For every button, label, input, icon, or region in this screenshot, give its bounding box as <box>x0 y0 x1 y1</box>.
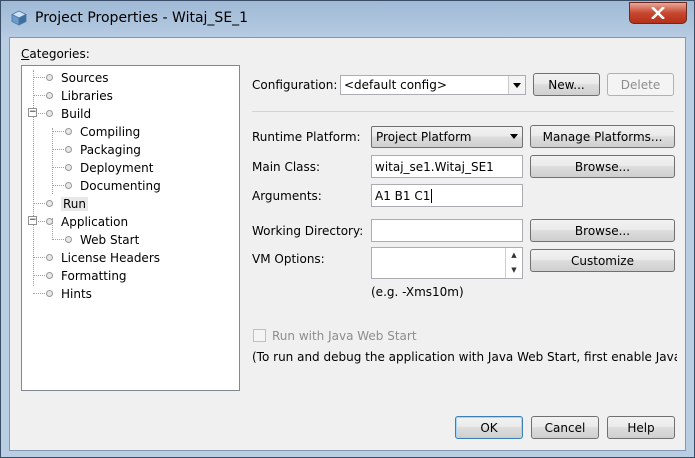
tree-item-packaging[interactable]: Packaging <box>65 141 141 158</box>
tree-connector <box>52 131 66 132</box>
browse-main-class-button[interactable]: Browse... <box>530 155 675 178</box>
working-directory-field[interactable] <box>371 219 523 242</box>
tree-item-web-start[interactable]: Web Start <box>65 231 139 248</box>
vm-options-label: VM Options: <box>252 252 325 266</box>
tree-item-label: Documenting <box>80 178 161 193</box>
title-bar[interactable]: Project Properties - Witaj_SE_1 <box>1 1 694 37</box>
window-title: Project Properties - Witaj_SE_1 <box>35 10 249 26</box>
cancel-button[interactable]: Cancel <box>531 416 599 439</box>
main-class-label: Main Class: <box>252 160 321 174</box>
vm-options-field[interactable]: ▲ ▼ <box>371 247 523 279</box>
build-collapse-toggle[interactable]: − <box>28 108 37 117</box>
tree-item-libraries[interactable]: Libraries <box>46 87 113 104</box>
web-start-checkbox[interactable] <box>253 329 266 342</box>
tree-connector <box>52 167 66 168</box>
tree-item-build[interactable]: Build <box>46 105 91 122</box>
tree-item-label: Build <box>61 106 92 121</box>
node-bullet-icon <box>46 92 53 99</box>
tree-item-label: License Headers <box>61 250 160 265</box>
tree-connector <box>33 293 47 294</box>
tree-item-label: Sources <box>61 70 109 85</box>
tree-item-documenting[interactable]: Documenting <box>65 177 161 194</box>
vm-options-hint: (e.g. -Xms10m) <box>371 285 464 299</box>
node-bullet-icon <box>46 272 53 279</box>
web-start-note: (To run and debug the application with J… <box>252 350 677 364</box>
tree-item-label: Application <box>61 214 129 229</box>
tree-connector <box>33 95 47 96</box>
text-caret <box>431 188 433 203</box>
new-config-button[interactable]: New... <box>533 73 600 96</box>
close-button[interactable] <box>629 2 687 24</box>
tree-item-label: Libraries <box>61 88 113 103</box>
node-bullet-icon <box>46 290 53 297</box>
node-bullet-icon <box>46 74 53 81</box>
categories-label: Categories: <box>21 47 90 61</box>
separator <box>252 111 674 112</box>
tree-item-hints[interactable]: Hints <box>46 285 92 302</box>
tree-connector <box>33 257 47 258</box>
arguments-value: A1 B1 C1 <box>375 188 431 203</box>
node-bullet-icon <box>46 218 53 225</box>
main-class-field[interactable]: witaj_se1.Witaj_SE1 <box>371 155 523 178</box>
help-button[interactable]: Help <box>607 416 675 439</box>
categories-label-text: ategories: <box>29 47 90 61</box>
tree-connector <box>52 239 66 240</box>
runtime-platform-label: Runtime Platform: <box>252 130 361 144</box>
configuration-select[interactable]: <default config> <box>340 75 526 95</box>
tree-item-formatting[interactable]: Formatting <box>46 267 127 284</box>
scroll-down-icon[interactable]: ▼ <box>506 263 522 278</box>
chevron-down-icon <box>513 83 521 88</box>
chevron-down-icon <box>510 134 518 139</box>
arguments-field[interactable]: A1 B1 C1 <box>371 184 523 207</box>
tree-root-line <box>33 70 34 286</box>
web-start-checkbox-label: Run with Java Web Start <box>272 329 417 343</box>
node-bullet-icon <box>46 200 53 207</box>
tree-connector <box>52 149 66 150</box>
node-bullet-icon <box>65 128 72 135</box>
tree-item-sources[interactable]: Sources <box>46 69 108 86</box>
scroll-up-icon[interactable]: ▲ <box>506 248 522 263</box>
node-bullet-icon <box>65 164 72 171</box>
tree-item-label: Formatting <box>61 268 127 283</box>
node-bullet-icon <box>46 254 53 261</box>
runtime-platform-value: Project Platform <box>376 130 472 144</box>
arguments-label: Arguments: <box>252 189 322 203</box>
manage-platforms-button[interactable]: Manage Platforms... <box>530 125 675 148</box>
delete-config-button[interactable]: Delete <box>607 73 674 96</box>
tree-item-label: Web Start <box>80 232 140 247</box>
customize-vm-options-button[interactable]: Customize <box>530 249 675 272</box>
tree-connector <box>33 203 47 204</box>
tree-item-label: Deployment <box>80 160 154 175</box>
tree-item-application[interactable]: Application <box>46 213 128 230</box>
working-directory-label: Working Directory: <box>252 224 364 238</box>
tree-item-label: Compiling <box>80 124 141 139</box>
tree-item-run[interactable]: Run <box>46 195 89 212</box>
dialog-body: Categories: − − Sources Libraries Build <box>9 37 686 451</box>
configuration-value: <default config> <box>344 78 447 92</box>
tree-connector <box>52 185 66 186</box>
tree-item-label: Run <box>61 196 89 211</box>
ok-button[interactable]: OK <box>455 416 523 439</box>
categories-tree[interactable]: − − Sources Libraries Build Compiling Pa… <box>21 65 240 391</box>
tree-item-license-headers[interactable]: License Headers <box>46 249 160 266</box>
node-bullet-icon <box>65 236 72 243</box>
tree-connector <box>33 275 47 276</box>
node-bullet-icon <box>46 110 53 117</box>
vm-options-scroll[interactable]: ▲ ▼ <box>505 248 522 278</box>
browse-working-directory-button[interactable]: Browse... <box>530 219 675 242</box>
runtime-platform-select[interactable]: Project Platform <box>371 126 523 148</box>
tree-item-compiling[interactable]: Compiling <box>65 123 140 140</box>
project-properties-window: Project Properties - Witaj_SE_1 Categori… <box>0 0 695 458</box>
dropdown-button[interactable] <box>508 76 525 94</box>
node-bullet-icon <box>65 146 72 153</box>
tree-item-label: Packaging <box>80 142 141 157</box>
netbeans-cube-icon <box>11 10 27 26</box>
configuration-label: Configuration: <box>252 78 338 92</box>
node-bullet-icon <box>65 182 72 189</box>
tree-item-label: Hints <box>61 286 92 301</box>
tree-connector <box>33 77 47 78</box>
application-collapse-toggle[interactable]: − <box>28 216 37 225</box>
tree-item-deployment[interactable]: Deployment <box>65 159 153 176</box>
close-icon <box>651 7 665 19</box>
